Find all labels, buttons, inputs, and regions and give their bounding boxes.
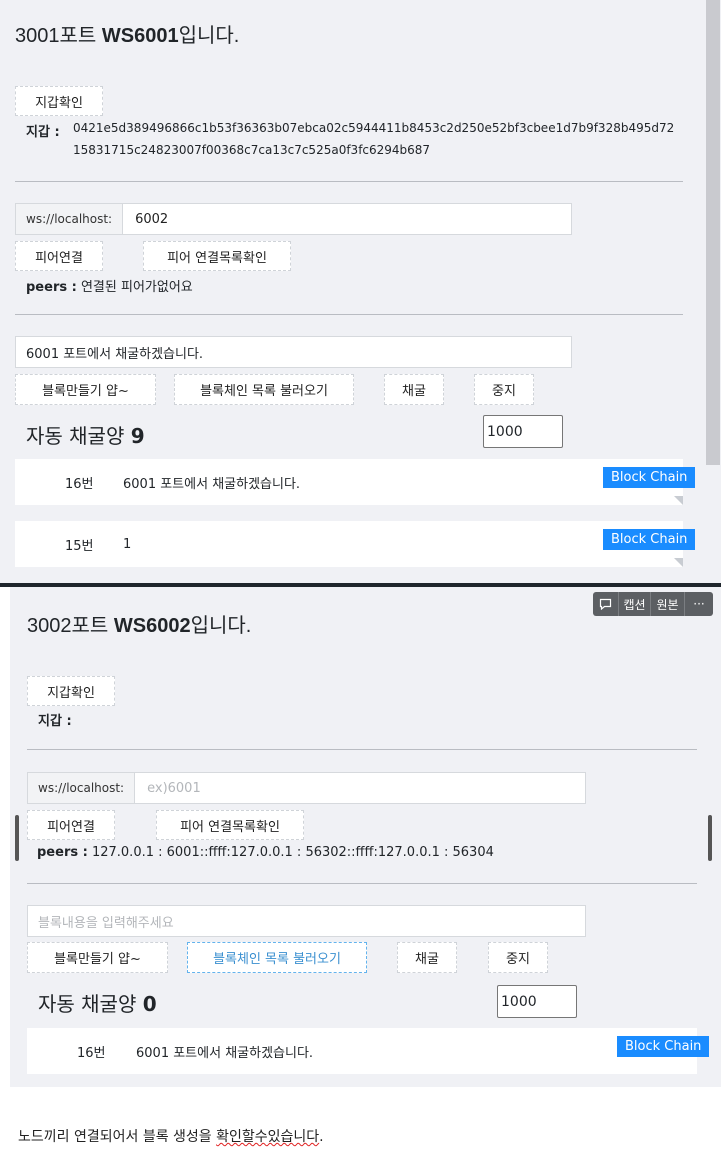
block-data: 6001 포트에서 채굴하겠습니다.: [136, 1045, 314, 1061]
card-corner-fold: [674, 496, 683, 505]
block-chain-button[interactable]: Block Chain: [603, 467, 696, 488]
card-corner-fold: [674, 558, 683, 567]
wallet-check-button[interactable]: 지갑확인: [27, 676, 115, 706]
mine-button[interactable]: 채굴: [397, 942, 457, 973]
block-card: 15번 1: [15, 521, 683, 567]
page-title: 3002포트 WS6002입니다.: [27, 615, 252, 637]
block-number: 16번: [77, 1045, 106, 1061]
mine-button[interactable]: 채굴: [384, 374, 444, 405]
vertical-scrollbar[interactable]: [706, 0, 720, 465]
left-scroll-handle[interactable]: [15, 815, 19, 861]
ws-port-input[interactable]: ex)6001: [135, 773, 585, 803]
block-chain-button[interactable]: Block Chain: [617, 1036, 710, 1057]
block-content-input[interactable]: 6001 포트에서 채굴하겠습니다.: [15, 336, 572, 368]
node-screen-6002: 3002포트 WS6002입니다. 지갑확인 지갑 : ws://localho…: [10, 587, 721, 1087]
wallet-address: 0421e5d389496866c1b53f36363b07ebca02c594…: [73, 121, 675, 157]
block-data: 6001 포트에서 채굴하겠습니다.: [123, 476, 301, 492]
comment-icon[interactable]: [593, 592, 619, 616]
block-data: 1: [123, 536, 132, 552]
peers-status: peers : 연결된 피어가없어요: [26, 280, 193, 295]
ws-port-input[interactable]: 6002: [123, 204, 571, 234]
post-caption: 노드끼리 연결되어서 블록 생성을 확인할수있습니다.: [18, 1129, 324, 1145]
auto-mine-label: 자동 채굴양 0: [38, 992, 157, 1016]
peers-status: peers : 127.0.0.1 : 6001::ffff:127.0.0.1…: [37, 845, 494, 860]
stop-button[interactable]: 중지: [488, 942, 548, 973]
make-block-button[interactable]: 블록만들기 얍~: [27, 942, 168, 973]
wallet-label: 지갑 :: [38, 714, 72, 729]
wallet-label: 지갑 :: [26, 125, 60, 140]
caption-toggle-button[interactable]: 캡션: [619, 592, 651, 616]
ws-address-group: ws://localhost: 6002: [15, 203, 572, 235]
spellcheck-word: 확인할수있습니다: [216, 1129, 320, 1145]
load-blockchain-button[interactable]: 블록체인 목록 불러오기: [174, 374, 354, 405]
block-number: 16번: [65, 476, 94, 492]
block-card: 16번 6001 포트에서 채굴하겠습니다.: [27, 1028, 697, 1074]
node-screen-6001: 3001포트 WS6001입니다. 지갑확인 지갑 : 0421e5d38949…: [0, 0, 721, 583]
divider: [27, 883, 697, 884]
stop-button[interactable]: 중지: [474, 374, 534, 405]
divider: [15, 314, 683, 315]
block-chain-button[interactable]: Block Chain: [603, 529, 696, 550]
auto-mine-label: 자동 채굴양 9: [26, 424, 145, 448]
block-content-input[interactable]: 블록내용을 입력해주세요: [27, 905, 586, 937]
divider: [15, 181, 683, 182]
ws-prefix-addon: ws://localhost:: [28, 773, 136, 803]
peer-list-button[interactable]: 피어 연결목록확인: [143, 241, 291, 271]
block-card: 16번 6001 포트에서 채굴하겠습니다.: [15, 459, 683, 505]
page-title: 3001포트 WS6001입니다.: [15, 25, 240, 47]
wallet-check-button[interactable]: 지갑확인: [15, 86, 103, 116]
more-options-icon[interactable]: ···: [685, 592, 713, 616]
ws-address-group: ws://localhost: ex)6001: [27, 772, 586, 804]
block-number: 15번: [65, 538, 94, 554]
auto-mine-interval-input[interactable]: 1000: [497, 985, 577, 1018]
auto-mine-interval-input[interactable]: 1000: [483, 415, 563, 448]
original-view-button[interactable]: 원본: [651, 592, 685, 616]
peer-list-button[interactable]: 피어 연결목록확인: [156, 810, 304, 840]
divider: [27, 749, 697, 750]
right-scroll-handle[interactable]: [708, 815, 712, 861]
make-block-button[interactable]: 블록만들기 얍~: [15, 374, 156, 405]
peer-connect-button[interactable]: 피어연결: [15, 241, 103, 271]
load-blockchain-button[interactable]: 블록체인 목록 불러오기: [187, 942, 367, 973]
peer-connect-button[interactable]: 피어연결: [27, 810, 115, 840]
image-overlay-toolbar: 캡션 원본 ···: [593, 592, 713, 616]
speech-bubble-icon: [599, 598, 612, 610]
ws-prefix-addon: ws://localhost:: [16, 204, 124, 234]
